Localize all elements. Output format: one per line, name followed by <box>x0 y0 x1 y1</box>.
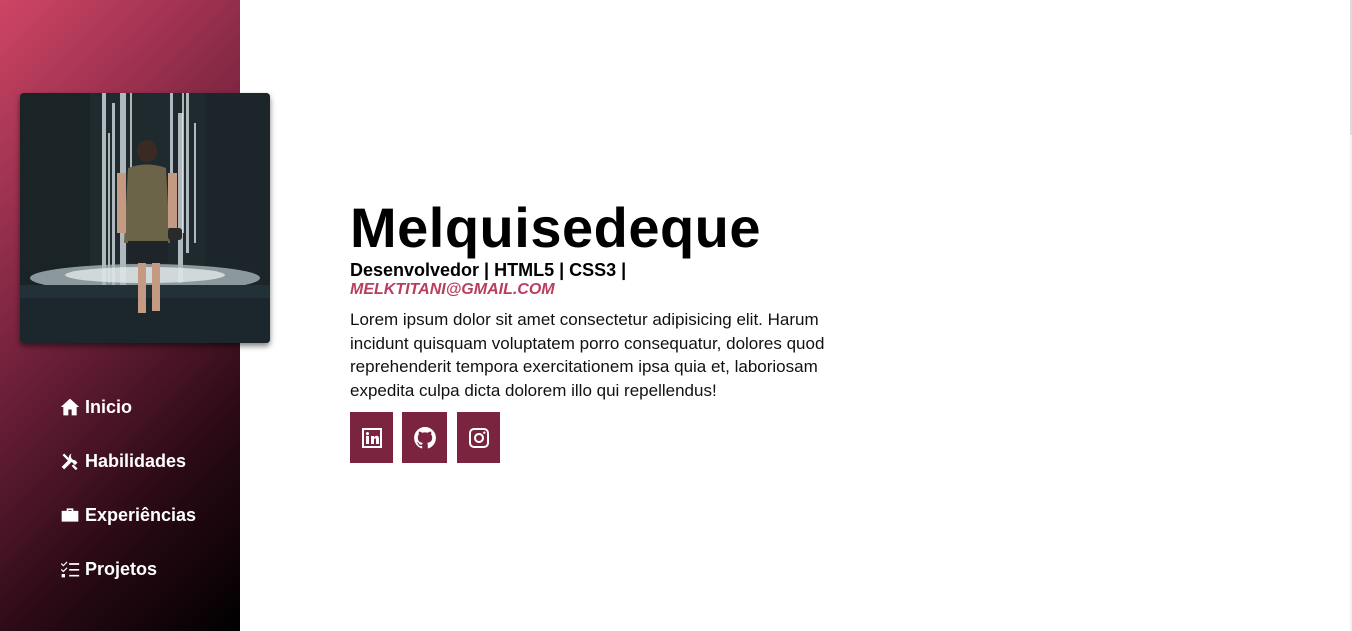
profile-email[interactable]: MELKTITANI@GMAIL.COM <box>350 280 870 300</box>
github-icon <box>413 426 436 448</box>
nav-item-habilidades[interactable]: Habilidades <box>60 434 196 488</box>
home-icon <box>60 397 82 417</box>
tasks-icon <box>60 559 82 579</box>
profile-photo <box>20 93 270 343</box>
profile-section: Melquisedeque Desenvolvedor | HTML5 | CS… <box>350 196 870 463</box>
nav-item-projetos[interactable]: Projetos <box>60 542 196 596</box>
instagram-button[interactable] <box>457 412 500 463</box>
briefcase-icon <box>60 505 82 525</box>
profile-bio: Lorem ipsum dolor sit amet consectetur a… <box>350 310 825 400</box>
instagram-icon <box>468 427 489 448</box>
social-links <box>350 412 870 463</box>
nav-item-inicio[interactable]: Inicio <box>60 380 196 434</box>
nav-item-label: Habilidades <box>85 450 187 471</box>
profile-name: Melquisedeque <box>350 196 762 259</box>
sidebar: Inicio Habilidades Experiências Projetos <box>0 0 270 631</box>
nav-item-label: Inicio <box>85 396 133 417</box>
linkedin-button[interactable] <box>350 412 393 463</box>
linkedin-icon <box>361 427 382 448</box>
github-button[interactable] <box>402 412 447 463</box>
nav-item-label: Projetos <box>85 558 158 579</box>
tools-icon <box>60 451 82 471</box>
nav-item-experiencias[interactable]: Experiências <box>60 488 196 542</box>
nav-item-label: Experiências <box>85 504 197 525</box>
sidebar-nav: Inicio Habilidades Experiências Projetos <box>60 380 196 596</box>
profile-role: Desenvolvedor | HTML5 | CSS3 | <box>350 260 627 280</box>
profile-photo-image <box>20 93 270 343</box>
